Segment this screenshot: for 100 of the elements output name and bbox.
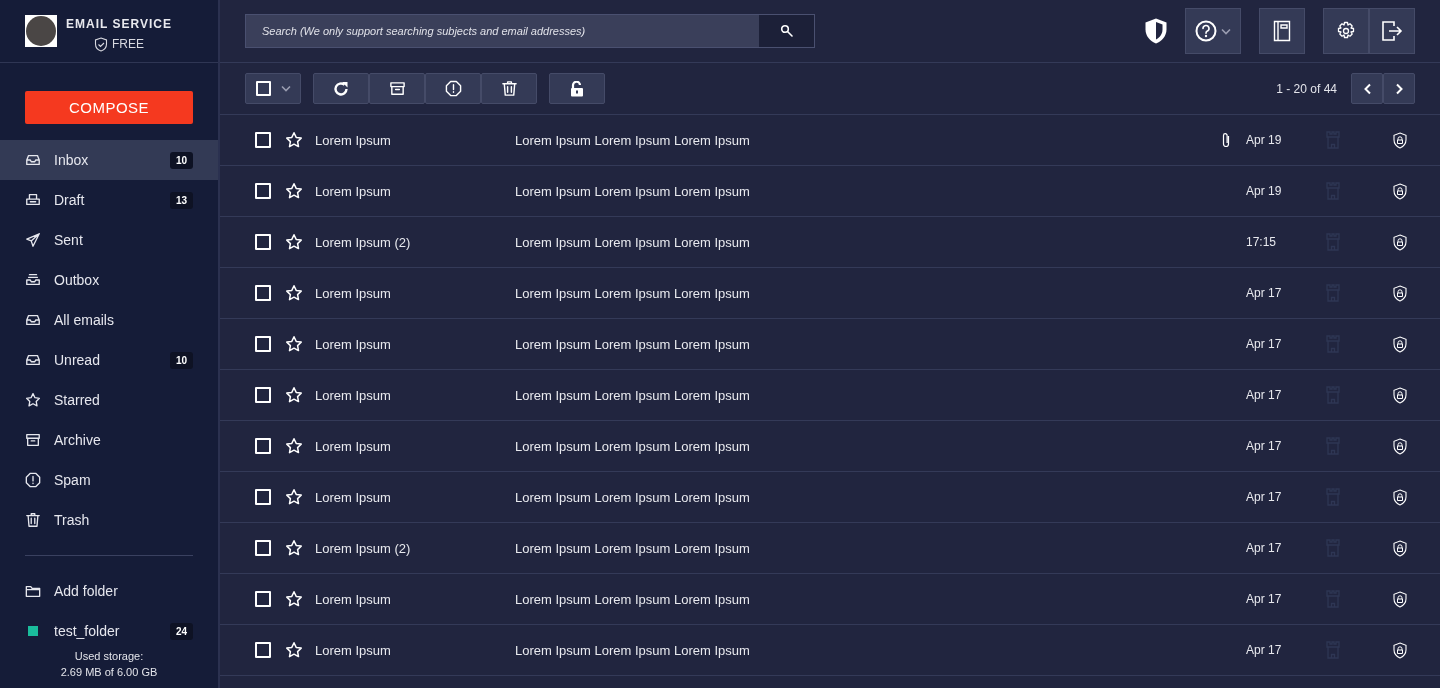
email-sender: Lorem Ipsum [315,489,391,505]
email-date: Apr 17 [1246,439,1282,453]
star-icon[interactable] [285,182,303,200]
email-sender: Lorem Ipsum (2) [315,540,411,556]
star-icon[interactable] [285,233,303,251]
refresh-button[interactable] [313,73,369,104]
folder-nav-item[interactable]: Archive [0,420,218,460]
email-date: Apr 17 [1246,490,1282,504]
folder-nav-item[interactable]: Inbox 10 [0,140,218,180]
folder-nav-item[interactable]: Outbox [0,260,218,300]
spam-button[interactable] [425,73,481,104]
search-button[interactable] [759,15,814,47]
star-icon[interactable] [285,284,303,302]
notebook-button[interactable] [1259,8,1305,54]
star-icon[interactable] [285,539,303,557]
warning-octagon-icon [444,80,462,97]
email-subject: Lorem Ipsum Lorem Ipsum Lorem Ipsum [515,285,750,301]
email-date: Apr 17 [1246,592,1282,606]
row-checkbox[interactable] [255,540,271,556]
star-icon[interactable] [285,437,303,455]
row-checkbox[interactable] [255,489,271,505]
star-icon[interactable] [285,335,303,353]
email-sender: Lorem Ipsum [315,336,391,352]
chevron-right-icon [1394,82,1404,95]
email-subject: Lorem Ipsum Lorem Ipsum Lorem Ipsum [515,591,750,607]
warning-octagon-icon [25,472,41,488]
row-checkbox[interactable] [255,132,271,148]
row-checkbox[interactable] [255,336,271,352]
star-icon[interactable] [285,386,303,404]
padlock-icon [570,80,584,97]
count-badge: 13 [169,191,193,209]
email-subject: Lorem Ipsum Lorem Ipsum Lorem Ipsum [515,234,750,250]
row-checkbox[interactable] [255,642,271,658]
shield-check-icon [93,36,108,52]
email-subject: Lorem Ipsum Lorem Ipsum Lorem Ipsum [515,540,750,556]
row-checkbox[interactable] [255,438,271,454]
email-subject: Lorem Ipsum Lorem Ipsum Lorem Ipsum [515,387,750,403]
unlock-button[interactable] [549,73,605,104]
email-date: Apr 17 [1246,388,1282,402]
caret-icon [1221,27,1231,35]
email-date: Apr 17 [1246,643,1282,657]
plan-label: FREE [111,37,144,51]
folder-nav-item[interactable]: Sent [0,220,218,260]
brand-logo [25,15,57,47]
settings-icon [1336,21,1356,41]
email-date: 17:15 [1246,235,1277,249]
folder-nav-item[interactable]: Unread 10 [0,340,218,380]
row-checkbox[interactable] [255,387,271,403]
email-subject: Lorem Ipsum Lorem Ipsum Lorem Ipsum [515,132,750,148]
star-icon[interactable] [285,590,303,608]
row-checkbox[interactable] [255,285,271,301]
email-sender: Lorem Ipsum [315,591,391,607]
row-checkbox[interactable] [255,591,271,607]
star-icon[interactable] [285,131,303,149]
archive-box-icon [25,432,41,448]
search-icon [779,24,794,38]
email-subject: Lorem Ipsum Lorem Ipsum Lorem Ipsum [515,183,750,199]
delete-button[interactable] [481,73,537,104]
logout-icon [1381,20,1403,42]
row-checkbox[interactable] [255,183,271,199]
brand-name: EMAIL SERVICE [66,16,172,31]
next-page-button[interactable] [1383,73,1415,104]
star-icon[interactable] [285,488,303,506]
star-icon[interactable] [285,641,303,659]
settings-button[interactable] [1323,8,1369,54]
search-field[interactable]: Search (We only support searching subjects and email addresses) [245,14,815,48]
email-date: Apr 17 [1246,286,1282,300]
folder-nav-item[interactable]: test_folder 24 [0,611,218,640]
folder-nav-item[interactable]: Draft 13 [0,180,218,220]
refresh-icon [332,79,350,98]
count-badge: 10 [169,151,193,169]
shield-icon [1143,17,1169,45]
previous-page-button[interactable] [1351,73,1383,104]
email-sender: Lorem Ipsum (2) [315,234,411,250]
folder-nav-item[interactable]: Spam [0,460,218,500]
folder-nav-item[interactable]: All emails [0,300,218,340]
count-badge: 10 [169,351,193,369]
shield-lock-icon [1392,284,1408,302]
archive-button[interactable] [369,73,425,104]
select-all-dropdown[interactable] [245,73,301,104]
shield-lock-icon [1392,488,1408,506]
shield-lock-icon [1392,539,1408,557]
add-folder-item[interactable]: Add folder [0,571,218,611]
star-icon [25,392,41,408]
storage-value: 2.69 MB of 6.00 GB [60,666,158,678]
storage-label: Used storage: [74,650,144,662]
folder-nav-item[interactable]: Trash [0,500,218,540]
row-checkbox[interactable] [255,234,271,250]
help-menu-button[interactable] [1185,8,1241,54]
folder-icon [25,583,41,599]
email-date: Apr 17 [1246,337,1282,351]
help-icon [1195,20,1217,42]
archive-box-icon [388,80,406,97]
email-sender: Lorem Ipsum [315,387,391,403]
pagination-label: 1 - 20 of 44 [1276,81,1337,96]
compose-button[interactable]: COMPOSE [25,91,193,124]
logout-button[interactable] [1369,8,1415,54]
email-sender: Lorem Ipsum [315,438,391,454]
inbox-tray-icon [25,352,41,368]
folder-nav-item[interactable]: Starred [0,380,218,420]
